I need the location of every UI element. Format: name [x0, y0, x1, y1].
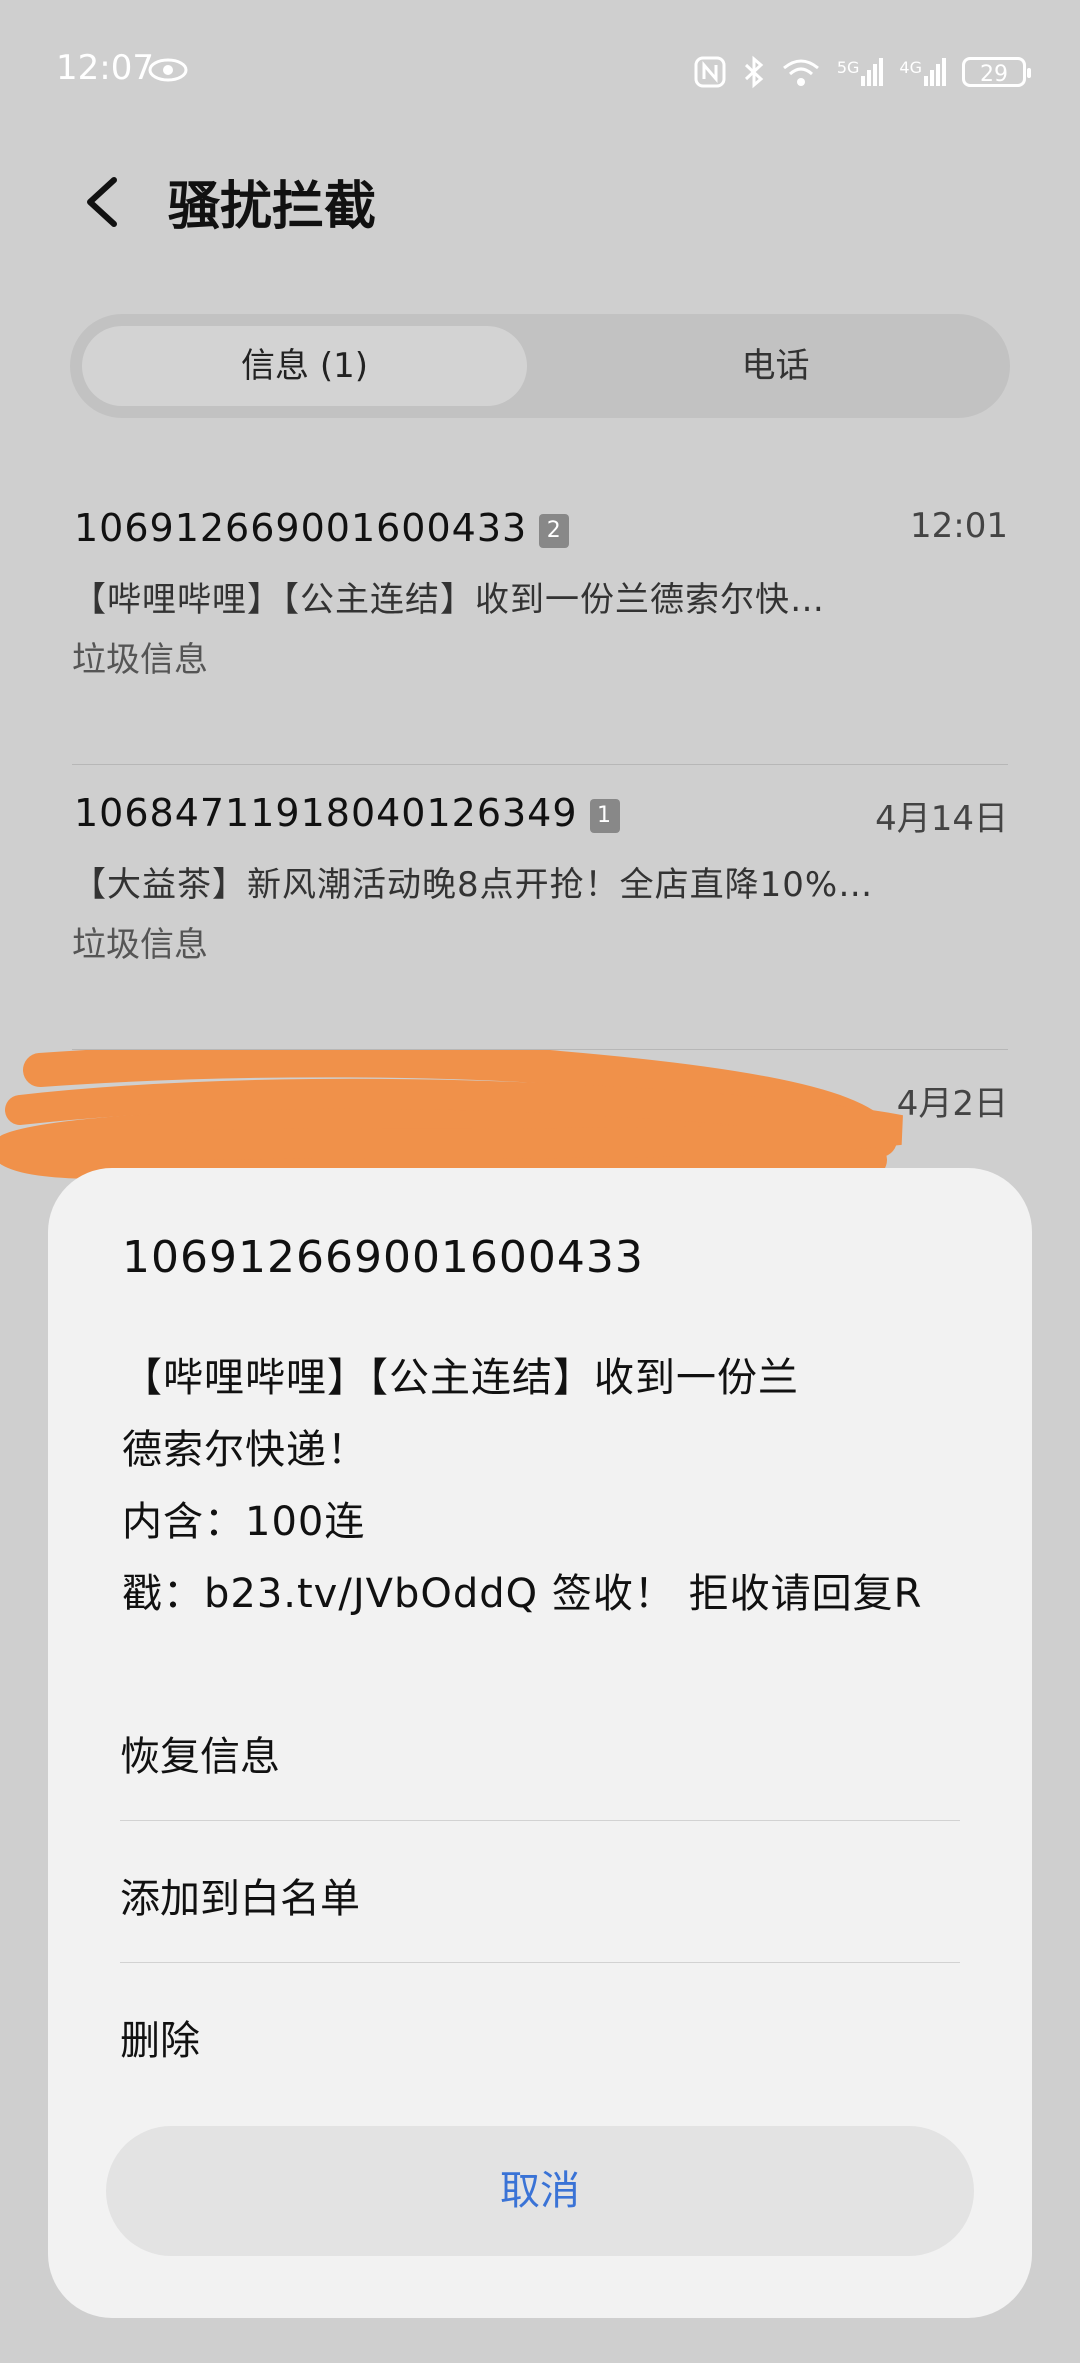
sheet-sender: 106912669001600433 [122, 1232, 644, 1283]
nfc-icon [694, 56, 726, 88]
message-line: 德索尔快递！ [122, 1427, 368, 1473]
message-line: 戳：b23.tv/JVbOddQ 签收！ 拒收请回复R [122, 1571, 923, 1617]
add-to-whitelist-button[interactable]: 添加到白名单 [120, 1822, 960, 1963]
message-sender: 10684711918040126349 1 [74, 791, 620, 835]
spam-tag: 垃圾信息 [72, 640, 208, 680]
delete-button[interactable]: 删除 [120, 1964, 960, 2104]
restore-message-button[interactable]: 恢复信息 [120, 1680, 960, 1821]
battery-indicator: 29 [962, 57, 1031, 87]
message-line: 内含：100连 [122, 1499, 366, 1545]
count-badge: 2 [539, 513, 570, 548]
back-arrow-icon[interactable] [78, 172, 128, 232]
status-icons: 5G 4G 29 [693, 52, 1031, 92]
message-date: 12:01 [910, 506, 1008, 546]
count-badge: 1 [589, 798, 620, 833]
bluetooth-icon [744, 55, 764, 89]
sheet-message-body: 【哔哩哔哩】【公主连结】收到一份兰 德索尔快递！ 内含：100连 戳：b23.t… [122, 1342, 982, 1630]
page-title: 骚扰拦截 [168, 177, 377, 237]
list-item[interactable]: 10684711918040126349 1 4月14日 【大益茶】新风潮活动晚8… [72, 765, 1008, 1050]
spam-tag: 垃圾信息 [72, 925, 208, 965]
message-line: 【哔哩哔哩】【公主连结】收到一份兰 [122, 1355, 799, 1401]
list-item[interactable]: 106912669001600433 2 12:01 【哔哩哔哩】【公主连结】收到… [72, 480, 1008, 765]
cancel-button[interactable]: 取消 [106, 2126, 974, 2256]
status-bar: 12:07 5G 4G 29 [0, 0, 1080, 140]
eye-comfort-icon [148, 58, 188, 82]
message-preview: 【哔哩哔哩】【公主连结】收到一份兰德索尔快… [72, 580, 825, 620]
signal-5g-icon: 5G [837, 58, 884, 86]
action-sheet: 106912669001600433 【哔哩哔哩】【公主连结】收到一份兰 德索尔… [48, 1168, 1032, 2318]
status-time: 12:07 [56, 48, 154, 88]
message-date: 4月2日 [896, 1084, 1008, 1124]
message-date: 4月14日 [875, 799, 1008, 839]
app-header: 骚扰拦截 [0, 150, 1080, 250]
tab-calls[interactable]: 电话 [553, 326, 998, 406]
message-preview: 【大益茶】新风潮活动晚8点开抢！全店直降10%… [72, 865, 874, 905]
tab-messages[interactable]: 信息 (1) [82, 326, 527, 406]
wifi-icon [782, 59, 819, 86]
signal-4g-icon: 4G [899, 58, 946, 86]
message-sender: 106912669001600433 2 [74, 506, 570, 550]
segmented-tabs: 信息 (1) 电话 [70, 314, 1010, 418]
